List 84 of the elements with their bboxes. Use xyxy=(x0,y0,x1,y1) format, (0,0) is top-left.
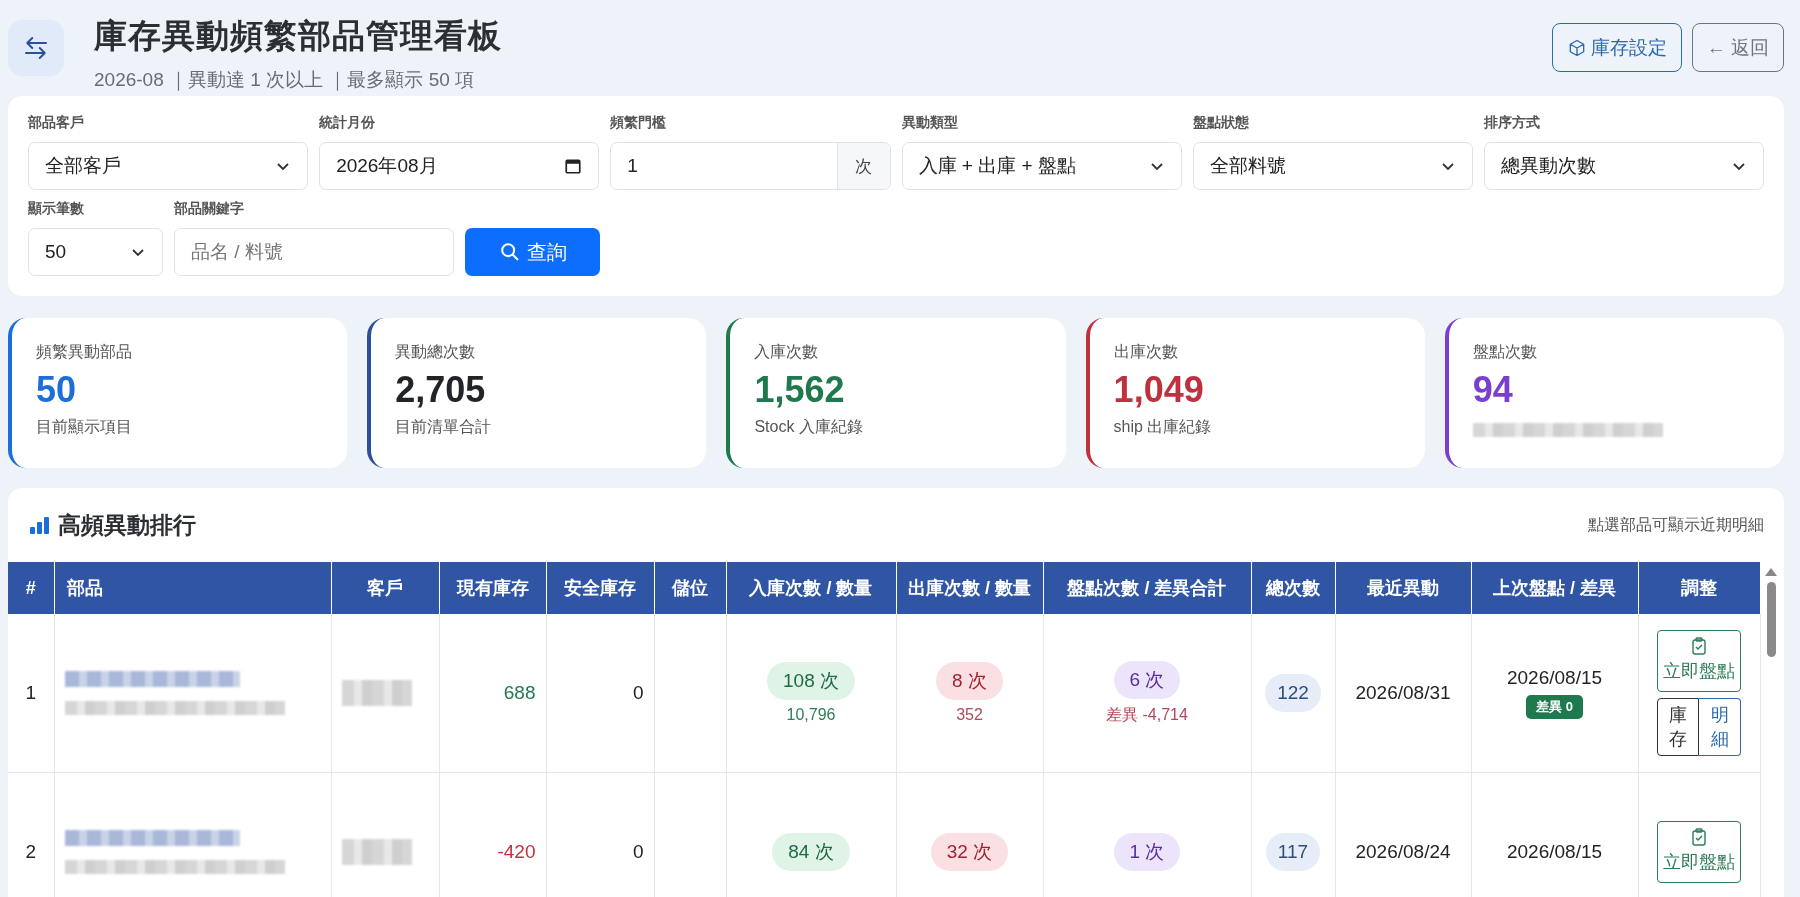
search-icon xyxy=(498,241,521,263)
column-header: # xyxy=(8,562,54,614)
rank-cell: 2 xyxy=(8,772,54,897)
threshold-field[interactable]: 1 次 xyxy=(610,142,891,190)
count-pill: 1 次 xyxy=(1113,833,1181,871)
count-now-button[interactable]: 立即盤點 xyxy=(1657,820,1741,884)
filter-label: 統計月份 xyxy=(319,114,377,132)
filter-label: 部品客戶 xyxy=(28,114,85,132)
section-title: 高頻異動排行 xyxy=(58,510,196,540)
column-header: 上次盤點 / 差異 xyxy=(1471,562,1638,614)
column-header: 最近異動 xyxy=(1335,562,1471,614)
stat-value: 1,562 xyxy=(754,369,846,411)
page-title: 庫存異動頻繁部品管理看板 xyxy=(94,16,502,56)
stat-value: 50 xyxy=(36,369,78,411)
count-pill: 84 次 xyxy=(772,833,850,871)
column-header: 調整 xyxy=(1638,562,1760,614)
stat-label: 出庫次數 xyxy=(1113,342,1179,362)
filter-label: 盤點狀態 xyxy=(1192,114,1250,132)
count-pill: 6 次 xyxy=(1113,660,1181,699)
clipboard-check-icon xyxy=(1691,827,1707,846)
filter-label: 部品關鍵字 xyxy=(174,200,245,218)
date-text: 2026/08/15 xyxy=(1506,667,1603,689)
stat-value: 2,705 xyxy=(395,369,487,411)
filter-dropdown[interactable]: 總異動次數 xyxy=(1483,142,1765,190)
quantity-text: 10,796 xyxy=(786,706,836,724)
settings-button[interactable]: 庫存設定 xyxy=(1551,23,1682,72)
bar-chart-icon xyxy=(28,514,50,536)
date-text: 2026/08/15 xyxy=(1506,841,1603,863)
date-cell: 2026/08/24 xyxy=(1335,772,1471,897)
month-picker[interactable]: 2026年08月 xyxy=(319,142,600,190)
count-dropdown[interactable]: 50 xyxy=(28,228,163,276)
back-button[interactable]: ← 返回 xyxy=(1691,23,1784,72)
stock-button[interactable]: 庫存 xyxy=(1657,698,1699,757)
clipboard-check-icon xyxy=(1691,636,1707,655)
column-header: 入庫次數 / 數量 xyxy=(726,562,896,614)
column-header: 儲位 xyxy=(654,562,726,614)
column-header: 出庫次數 / 數量 xyxy=(896,562,1043,614)
stat-label: 入庫次數 xyxy=(754,342,820,362)
stat-label: 頻繁異動部品 xyxy=(36,342,133,362)
stock-cell: -420 xyxy=(439,772,546,897)
keyword-field[interactable]: 品名 / 料號 xyxy=(174,228,454,276)
column-header: 部品 xyxy=(54,562,331,614)
filter-dropdown[interactable]: 入庫 + 出庫 + 盤點 xyxy=(901,142,1182,190)
safety-stock-cell: 0 xyxy=(546,614,654,773)
column-header: 總次數 xyxy=(1251,562,1335,614)
stat-note: 目前清單合計 xyxy=(395,417,493,437)
count-pill: 8 次 xyxy=(936,662,1003,700)
column-header: 盤點次數 / 差異合計 xyxy=(1043,562,1251,614)
stat-value: 94 xyxy=(1472,369,1514,411)
total-pill: 117 xyxy=(1265,833,1321,871)
total-pill: 122 xyxy=(1265,674,1321,712)
stat-label: 異動總次數 xyxy=(395,342,477,362)
page-subtitle: 2026-08 ｜異動達 1 次以上 ｜最多顯示 50 項 xyxy=(94,68,476,93)
column-header: 現有庫存 xyxy=(439,562,546,614)
stat-note: 目前顯示項目 xyxy=(36,417,133,437)
redacted-text xyxy=(341,680,412,706)
quantity-text: 352 xyxy=(956,706,983,724)
filter-label: 顯示筆數 xyxy=(28,200,85,218)
stat-value: 1,049 xyxy=(1113,369,1205,411)
safety-stock-cell: 0 xyxy=(546,772,654,897)
detail-button[interactable]: 明細 xyxy=(1699,698,1741,757)
count-pill: 32 次 xyxy=(930,833,1009,871)
count-pill: 108 次 xyxy=(767,662,855,700)
redacted-text xyxy=(341,839,412,865)
swap-arrows-icon xyxy=(8,20,64,76)
date-cell: 2026/08/31 xyxy=(1335,614,1471,773)
filter-label: 異動類型 xyxy=(901,114,959,132)
stat-note: Stock 入庫紀錄 xyxy=(754,417,864,437)
filter-dropdown[interactable]: 全部料號 xyxy=(1192,142,1473,190)
count-now-button[interactable]: 立即盤點 xyxy=(1657,629,1741,693)
rank-cell: 1 xyxy=(8,614,54,773)
stat-note: ship 出庫紀錄 xyxy=(1113,417,1213,437)
calendar-icon[interactable] xyxy=(564,157,583,175)
filter-label: 排序方式 xyxy=(1483,114,1541,132)
search-button[interactable]: 查詢 xyxy=(465,228,600,276)
difference-text: 差異 -4,714 xyxy=(1106,704,1188,725)
section-hint: 點選部品可顯示近期明細 xyxy=(1588,514,1764,535)
filter-label: 頻繁門檻 xyxy=(610,114,668,132)
difference-badge: 差異 0 xyxy=(1526,695,1583,719)
stat-label: 盤點次數 xyxy=(1472,342,1538,362)
column-header: 安全庫存 xyxy=(546,562,654,614)
filter-dropdown[interactable]: 全部客戶 xyxy=(28,142,309,190)
stock-cell: 688 xyxy=(439,614,546,773)
column-header: 客戶 xyxy=(331,562,439,614)
